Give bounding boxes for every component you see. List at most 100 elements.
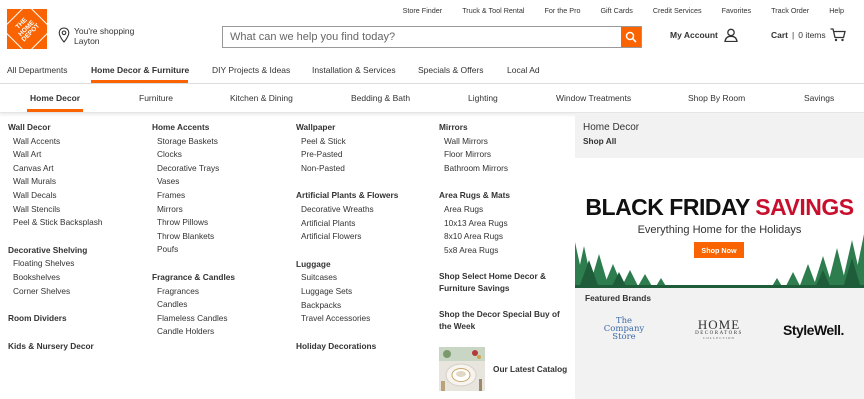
menu-item[interactable]: Candles [152, 298, 235, 312]
menu-item[interactable]: Throw Blankets [152, 230, 235, 244]
menu-item[interactable]: Clocks [152, 148, 235, 162]
nav-specials-offers[interactable]: Specials & Offers [418, 65, 484, 75]
panel-title: Home Decor [583, 122, 640, 133]
catalog-link[interactable]: Our Latest Catalog [493, 364, 567, 374]
menu-heading-wallpaper[interactable]: Wallpaper [296, 121, 398, 135]
menu-heading-home-accents[interactable]: Home Accents [152, 121, 235, 135]
nav-installation-services[interactable]: Installation & Services [312, 65, 396, 75]
menu-item[interactable]: Canvas Art [8, 162, 102, 176]
nav-all-departments[interactable]: All Departments [7, 65, 67, 75]
menu-item[interactable]: Travel Accessories [296, 312, 398, 326]
menu-item[interactable]: Fragrances [152, 285, 235, 299]
menu-heading-fragrance-candles[interactable]: Fragrance & Candles [152, 271, 235, 285]
subnav-shop-by-room[interactable]: Shop By Room [688, 93, 745, 103]
menu-item[interactable]: Suitcases [296, 271, 398, 285]
menu-item[interactable]: Peel & Stick Backsplash [8, 216, 102, 230]
menu-heading-mirrors[interactable]: Mirrors [439, 121, 560, 135]
subnav-home-decor[interactable]: Home Decor [30, 93, 80, 103]
menu-item[interactable]: Wall Decals [8, 189, 102, 203]
menu-item[interactable]: Bathroom Mirrors [439, 162, 560, 176]
sub-nav: Home Decor Furniture Kitchen & Dining Be… [0, 84, 864, 113]
menu-item[interactable]: Pre-Pasted [296, 148, 398, 162]
home-decorators-logo[interactable]: HOME DECORATORS COLLECTION [693, 318, 745, 340]
menu-heading-decorative-shelving[interactable]: Decorative Shelving [8, 244, 102, 258]
track-order-link[interactable]: Track Order [771, 6, 809, 15]
menu-item[interactable]: Candle Holders [152, 325, 235, 339]
truck-tool-rental-link[interactable]: Truck & Tool Rental [462, 6, 524, 15]
menu-item[interactable]: Wall Mirrors [439, 135, 560, 149]
menu-item[interactable]: Decorative Wreaths [296, 203, 398, 217]
subnav-window-treatments[interactable]: Window Treatments [556, 93, 631, 103]
credit-services-link[interactable]: Credit Services [653, 6, 702, 15]
menu-item[interactable]: 10x13 Area Rugs [439, 217, 560, 231]
subnav-savings[interactable]: Savings [804, 93, 834, 103]
catalog-thumbnail[interactable] [439, 347, 485, 391]
menu-item[interactable]: Peel & Stick [296, 135, 398, 149]
menu-item[interactable]: Poufs [152, 243, 235, 257]
menu-item[interactable]: Non-Pasted [296, 162, 398, 176]
my-account-button[interactable]: My Account [670, 28, 738, 42]
menu-heading-luggage[interactable]: Luggage [296, 258, 398, 272]
decor-special-buy-link[interactable]: Shop the Decor Special Buy of the Week [439, 309, 560, 332]
favorites-link[interactable]: Favorites [722, 6, 752, 15]
nav-diy-projects[interactable]: DIY Projects & Ideas [212, 65, 290, 75]
company-store-logo[interactable]: The Company Store [602, 317, 646, 342]
menu-item[interactable]: Bookshelves [8, 271, 102, 285]
menu-item[interactable]: Wall Art [8, 148, 102, 162]
menu-item[interactable]: Artificial Flowers [296, 230, 398, 244]
menu-item[interactable]: Decorative Trays [152, 162, 235, 176]
for-the-pro-link[interactable]: For the Pro [545, 6, 581, 15]
menu-item[interactable]: 8x10 Area Rugs [439, 230, 560, 244]
menu-item[interactable]: Flameless Candles [152, 312, 235, 326]
menu-item[interactable]: 5x8 Area Rugs [439, 244, 560, 258]
shop-select-savings-link[interactable]: Shop Select Home Decor & Furniture Savin… [439, 271, 560, 294]
cart-icon [830, 28, 846, 42]
menu-item[interactable]: Throw Pillows [152, 216, 235, 230]
utility-nav: Store Finder Truck & Tool Rental For the… [383, 0, 864, 20]
menu-item[interactable]: Wall Accents [8, 135, 102, 149]
menu-column-1: Wall Decor Wall Accents Wall Art Canvas … [8, 121, 102, 353]
menu-item[interactable]: Corner Shelves [8, 285, 102, 299]
nav-local-ad[interactable]: Local Ad [507, 65, 540, 75]
menu-item[interactable]: Storage Baskets [152, 135, 235, 149]
subnav-lighting[interactable]: Lighting [468, 93, 498, 103]
menu-heading-area-rugs[interactable]: Area Rugs & Mats [439, 189, 560, 203]
black-friday-banner[interactable]: BLACK FRIDAY SAVINGS Everything Home for… [575, 158, 864, 288]
cart-button[interactable]: Cart | 0 items [771, 28, 846, 42]
menu-item[interactable]: Frames [152, 189, 235, 203]
menu-column-4: Mirrors Wall Mirrors Floor Mirrors Bathr… [439, 121, 560, 332]
menu-item[interactable]: Floating Shelves [8, 257, 102, 271]
menu-heading-holiday-decorations[interactable]: Holiday Decorations [296, 340, 398, 354]
menu-heading-kids-nursery[interactable]: Kids & Nursery Decor [8, 340, 102, 354]
subnav-kitchen-dining[interactable]: Kitchen & Dining [230, 93, 293, 103]
menu-item[interactable]: Vases [152, 175, 235, 189]
menu-heading-artificial-plants[interactable]: Artificial Plants & Flowers [296, 189, 398, 203]
cart-divider: | [792, 30, 795, 40]
menu-item[interactable]: Area Rugs [439, 203, 560, 217]
store-name: Layton [74, 36, 100, 46]
subnav-furniture[interactable]: Furniture [139, 93, 173, 103]
menu-heading-room-dividers[interactable]: Room Dividers [8, 312, 102, 326]
home-depot-logo[interactable]: THE HOME DEPOT [1, 3, 53, 55]
search-input[interactable] [223, 27, 621, 47]
store-finder-link[interactable]: Store Finder [403, 6, 443, 15]
store-selector[interactable]: You're shopping Layton [58, 26, 134, 46]
stylewell-logo[interactable]: StyleWell. [783, 322, 844, 338]
gift-cards-link[interactable]: Gift Cards [600, 6, 632, 15]
menu-heading-wall-decor[interactable]: Wall Decor [8, 121, 102, 135]
search-button[interactable] [621, 27, 641, 47]
menu-item[interactable]: Mirrors [152, 203, 235, 217]
menu-item[interactable]: Backpacks [296, 299, 398, 313]
menu-column-3: Wallpaper Peel & Stick Pre-Pasted Non-Pa… [296, 121, 398, 353]
menu-item[interactable]: Floor Mirrors [439, 148, 560, 162]
shop-all-link[interactable]: Shop All [583, 136, 616, 146]
account-label: My Account [670, 30, 718, 40]
menu-item[interactable]: Luggage Sets [296, 285, 398, 299]
menu-item[interactable]: Wall Murals [8, 175, 102, 189]
subnav-bedding-bath[interactable]: Bedding & Bath [351, 93, 410, 103]
help-link[interactable]: Help [829, 6, 844, 15]
menu-item[interactable]: Wall Stencils [8, 203, 102, 217]
trees-illustration [575, 234, 864, 288]
menu-item[interactable]: Artificial Plants [296, 217, 398, 231]
nav-home-decor-furniture[interactable]: Home Decor & Furniture [91, 65, 189, 75]
